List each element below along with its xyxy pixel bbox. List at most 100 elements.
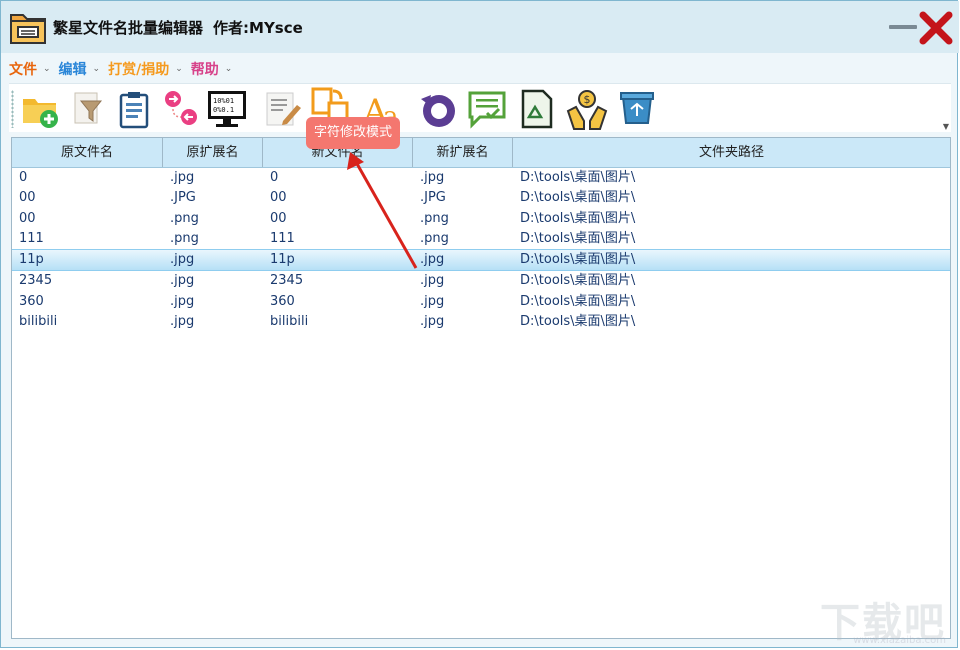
cell-original-name: 360 <box>19 293 44 309</box>
add-folder-button[interactable] <box>19 87 63 131</box>
chevron-down-icon: ⌄ <box>43 64 51 74</box>
edit-document-button[interactable] <box>261 87 305 131</box>
cell-new-name: 2345 <box>270 273 304 289</box>
menu-file-label: 文件 <box>9 62 37 78</box>
folder-app-icon <box>10 14 46 44</box>
cell-original-ext: .png <box>170 210 199 226</box>
recycle-bin-icon <box>620 92 654 124</box>
watermark: 下载吧 www.xiazaiba.com <box>820 590 950 646</box>
table-header: 原文件名 原扩展名 新文件名 新扩展名 文件夹路径 <box>12 138 950 168</box>
undo-button[interactable] <box>415 87 459 131</box>
menu-file[interactable]: 文件 ⌄ <box>9 59 51 79</box>
cell-new-ext: .jpg <box>420 293 445 309</box>
cell-original-ext: .png <box>170 230 199 246</box>
donate-button[interactable]: $ <box>565 87 609 131</box>
undo-icon <box>421 95 455 127</box>
recycle-bin-button[interactable] <box>615 87 659 131</box>
cell-new-ext: .jpg <box>420 252 445 268</box>
table-row[interactable]: 360 .jpg 360 .jpg D:\tools\桌面\图片\ <box>12 292 950 312</box>
cell-folder-path: D:\tools\桌面\图片\ <box>520 170 636 185</box>
clipboard-icon <box>119 92 149 129</box>
menu-donate-label: 打赏/捐助 <box>108 62 170 78</box>
app-name: 繁星文件名批量编辑器 <box>53 19 204 37</box>
table-row[interactable]: 11p .jpg 11p .jpg D:\tools\桌面\图片\ <box>12 249 950 272</box>
title-bar[interactable]: 繁星文件名批量编辑器 作者:MYsce <box>1 1 959 53</box>
menu-edit[interactable]: 编辑 ⌄ <box>59 59 101 79</box>
cell-original-name: bilibili <box>19 314 58 330</box>
cell-new-name: 360 <box>270 293 295 309</box>
cell-original-ext: .JPG <box>170 190 196 206</box>
svg-text:0%0.1: 0%0.1 <box>213 106 234 114</box>
add-folder-icon <box>23 99 58 128</box>
window-title: 繁星文件名批量编辑器 作者:MYsce <box>53 17 303 38</box>
toolbar-overflow-icon[interactable]: ▼ <box>943 122 949 131</box>
cell-new-name: 111 <box>270 230 295 246</box>
filter-button[interactable] <box>67 87 111 131</box>
cell-folder-path: D:\tools\桌面\图片\ <box>520 252 636 268</box>
cell-new-ext: .jpg <box>420 273 445 289</box>
chevron-down-icon: ⌄ <box>175 64 183 74</box>
table-body: 0 .jpg 0 .jpg D:\tools\桌面\图片\ 00 .JPG 00 .JPG D:\… <box>12 168 950 332</box>
clipboard-button[interactable] <box>113 87 157 131</box>
close-button[interactable] <box>919 9 953 45</box>
app-window: 繁星文件名批量编辑器 作者:MYsce 文件 ⌄ 编辑 ⌄ 打赏/捐助 ⌄ 帮助 … <box>0 0 959 648</box>
cell-original-name: 111 <box>19 230 44 246</box>
menu-donate[interactable]: 打赏/捐助 ⌄ <box>108 59 183 79</box>
table-row[interactable]: 00 .JPG 00 .JPG D:\tools\桌面\图片\ <box>12 188 950 208</box>
cell-new-name: 0 <box>270 170 279 185</box>
svg-text:$: $ <box>584 93 591 106</box>
toolbar: 10%01 0%0.1 A $ ▼ <box>9 83 951 132</box>
binary-monitor-icon: 10%01 0%0.1 <box>208 91 246 127</box>
watermark-url: www.xiazaiba.com <box>853 635 946 646</box>
cell-original-name: 2345 <box>19 273 53 289</box>
author-label: 作者:MYsce <box>213 19 303 37</box>
col-folder-path[interactable]: 文件夹路径 <box>513 138 950 167</box>
menu-help[interactable]: 帮助 ⌄ <box>191 59 233 79</box>
cell-original-ext: .jpg <box>170 273 195 289</box>
cell-original-name: 0 <box>19 170 28 185</box>
cell-original-ext: .jpg <box>170 293 195 309</box>
svg-text:10%01: 10%01 <box>213 97 234 105</box>
table-row[interactable]: 111 .png 111 .png D:\tools\桌面\图片\ <box>12 229 950 249</box>
edit-document-icon <box>266 92 301 126</box>
cell-new-name: 11p <box>270 252 295 268</box>
cell-new-ext: .JPG <box>420 190 446 206</box>
binary-monitor-button[interactable]: 10%01 0%0.1 <box>205 87 249 131</box>
cell-new-name: bilibili <box>270 314 309 330</box>
col-new-ext[interactable]: 新扩展名 <box>413 138 513 167</box>
col-original-name[interactable]: 原文件名 <box>12 138 163 167</box>
cell-original-name: 00 <box>19 210 36 226</box>
cell-new-ext: .jpg <box>420 170 445 185</box>
recycle-document-button[interactable] <box>515 87 559 131</box>
cell-folder-path: D:\tools\桌面\图片\ <box>520 230 636 246</box>
table-row[interactable]: bilibili .jpg bilibili .jpg D:\tools\桌面\图片\ <box>12 312 950 332</box>
cell-new-name: 00 <box>270 190 287 206</box>
cell-folder-path: D:\tools\桌面\图片\ <box>520 273 636 289</box>
cell-folder-path: D:\tools\桌面\图片\ <box>520 293 636 309</box>
checklist-button[interactable] <box>465 87 509 131</box>
cell-new-ext: .png <box>420 230 449 246</box>
donate-icon: $ <box>566 90 608 130</box>
checklist-icon <box>468 91 506 129</box>
tooltip: 字符修改模式 <box>306 117 400 149</box>
menu-help-label: 帮助 <box>190 62 219 78</box>
menu-edit-label: 编辑 <box>58 62 87 78</box>
cell-new-ext: .png <box>420 210 449 226</box>
swap-button[interactable] <box>159 87 203 131</box>
cell-original-ext: .jpg <box>170 314 195 330</box>
toolbar-grip[interactable] <box>11 90 14 128</box>
cell-folder-path: D:\tools\桌面\图片\ <box>520 210 636 226</box>
recycle-document-icon <box>521 89 553 129</box>
table-row[interactable]: 0 .jpg 0 .jpg D:\tools\桌面\图片\ <box>12 168 950 188</box>
cell-original-ext: .jpg <box>170 252 195 268</box>
col-original-ext[interactable]: 原扩展名 <box>163 138 263 167</box>
table-row[interactable]: 2345 .jpg 2345 .jpg D:\tools\桌面\图片\ <box>12 271 950 291</box>
minimize-button[interactable] <box>887 9 917 45</box>
cell-new-ext: .jpg <box>420 314 445 330</box>
cell-original-ext: .jpg <box>170 170 195 185</box>
menu-bar: 文件 ⌄ 编辑 ⌄ 打赏/捐助 ⌄ 帮助 ⌄ <box>9 59 240 79</box>
cell-original-name: 11p <box>19 252 44 268</box>
table-row[interactable]: 00 .png 00 .png D:\tools\桌面\图片\ <box>12 209 950 229</box>
cell-folder-path: D:\tools\桌面\图片\ <box>520 190 636 206</box>
cell-new-name: 00 <box>270 210 287 226</box>
